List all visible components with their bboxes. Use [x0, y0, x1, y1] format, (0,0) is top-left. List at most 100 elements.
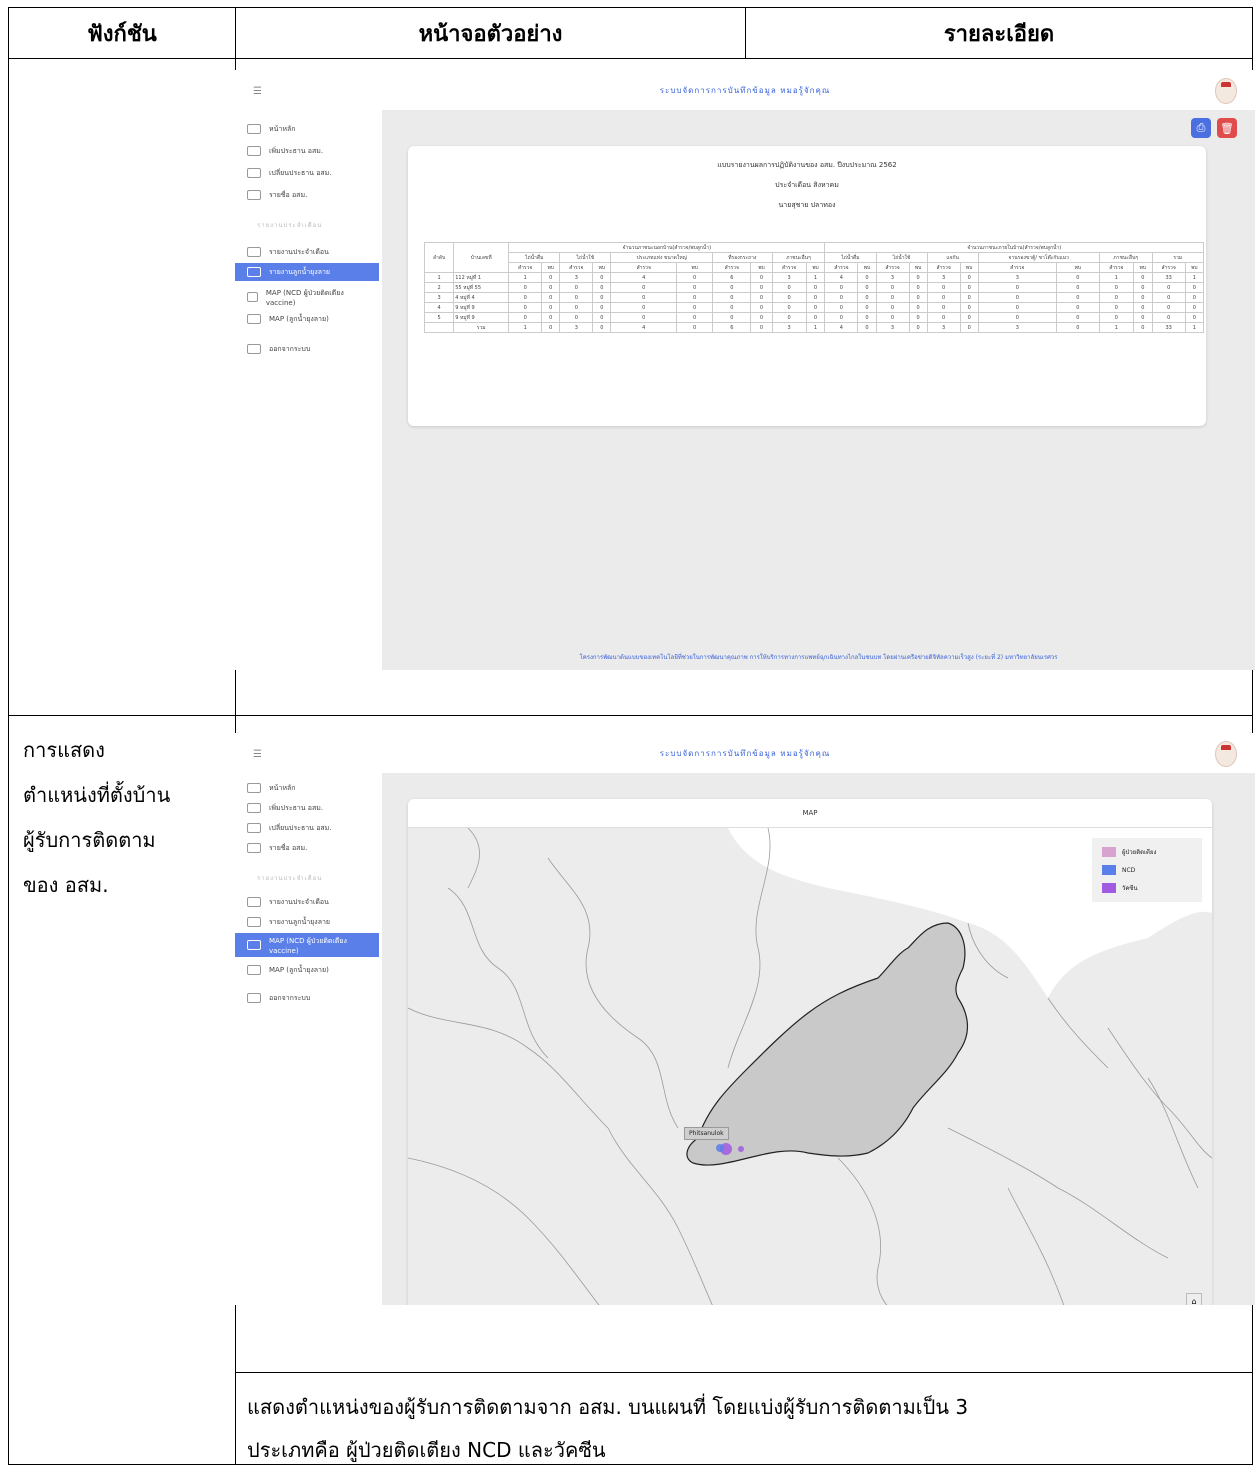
table-cell: สำรวจ	[1151, 262, 1186, 273]
legend-item-bedridden[interactable]: ผู้ป่วยติดเตียง	[1102, 846, 1156, 858]
sidebar-item-add-chair[interactable]: เพิ่มประธาน อสม.	[247, 142, 323, 160]
table-cell: 0	[508, 292, 543, 303]
table-cell: พบ	[908, 262, 928, 273]
sidebar-item-map-ncd[interactable]: MAP (NCD ผู้ป่วยติดเตียง vaccine)	[247, 285, 347, 309]
description-text: แสดงตำแหน่งของผู้รับการติดตามจาก อสม. บน…	[247, 1386, 1247, 1472]
sidebar-section-label: รายงานประจำเดือน	[257, 875, 323, 882]
table-cell: 9 หมู่ที่ 9	[453, 312, 510, 323]
table-cell: 55 หมู่ที่ 55	[453, 282, 510, 293]
table-cell: 1	[1184, 272, 1205, 283]
table-cell: 0	[712, 312, 752, 323]
table-cell: 0	[1055, 272, 1100, 283]
map-card: MAP Phitsanulok ผู้ป่วยติดเตียง NCD วัคซ…	[408, 799, 1212, 1305]
delete-button[interactable]: 🗑	[1217, 118, 1237, 138]
header-screen: หน้าจอตัวอย่าง	[418, 21, 563, 47]
legend-item-ncd[interactable]: NCD	[1102, 864, 1135, 876]
table-cell: 0	[1151, 292, 1186, 303]
table-cell: 1	[805, 322, 826, 333]
table-cell: 0	[908, 302, 928, 313]
table-cell: 0	[610, 312, 678, 323]
sidebar-item-larvae-report[interactable]: รายงานลูกน้ำยุงลาย	[235, 263, 379, 281]
legend-swatch	[1102, 865, 1116, 875]
table-cell: 0	[805, 302, 826, 313]
print-button[interactable]: ⎙	[1191, 118, 1211, 138]
table-cell: 4	[824, 272, 859, 283]
table-cell: 0	[908, 312, 928, 323]
table-cell: 4	[610, 272, 678, 283]
table-cell: สำรวจ	[977, 262, 1057, 273]
table-cell: 0	[908, 322, 928, 333]
table-cell: 0	[857, 292, 877, 303]
table-cell: 0	[959, 302, 979, 313]
sidebar-item-list[interactable]: รายชื่อ อสม.	[247, 839, 307, 857]
table-cell: 0	[926, 302, 961, 313]
avatar[interactable]	[1215, 741, 1237, 767]
table-cell: 0	[750, 302, 773, 313]
table-cell: 0	[875, 302, 910, 313]
logout-icon	[247, 344, 261, 354]
table-cell: พบ	[541, 262, 561, 273]
table-cell: 0	[750, 292, 773, 303]
table-cell: 0	[1184, 282, 1205, 293]
table-cell: ลำดับ	[423, 242, 455, 273]
sidebar: หน้าหลัก เพิ่มประธาน อสม. เปลี่ยนประธาน …	[235, 110, 382, 670]
table-cell: 0	[857, 282, 877, 293]
report-screenshot: ☰ ระบบจัดการการบันทึกข้อมูล หมอรู้จักคุณ…	[235, 70, 1255, 670]
sidebar-item-list[interactable]: รายชื่อ อสม.	[247, 186, 307, 204]
sidebar-item-map-ncd[interactable]: MAP (NCD ผู้ป่วยติดเตียง vaccine)	[235, 933, 379, 957]
table-cell: 0	[676, 282, 714, 293]
sidebar-item-home[interactable]: หน้าหลัก	[247, 120, 295, 138]
table-cell: สำรวจ	[559, 262, 594, 273]
sidebar-item-map-larvae[interactable]: MAP (ลูกน้ำยุงลาย)	[247, 310, 329, 328]
sidebar-item-change-chair[interactable]: เปลี่ยนประธาน อสม.	[247, 164, 332, 182]
table-cell: 0	[676, 312, 714, 323]
table-cell: 0	[1098, 312, 1134, 323]
sidebar-item-monthly-report[interactable]: รายงานประจำเดือน	[247, 243, 329, 261]
table-row: 1 112 หมู่ที่ 1 1 0 3 0 4 0 6 0 3 1 4 0 3 0 3 0 3 0 1 0 33 1	[423, 272, 1205, 283]
table-cell: 0	[508, 312, 543, 323]
table-cell: 4 หมู่ที่ 4	[453, 292, 510, 303]
table-cell: สำรวจ	[926, 262, 961, 273]
sidebar-item-map-larvae[interactable]: MAP (ลูกน้ำยุงลาย)	[247, 961, 329, 979]
table-header-row: ไถ่น้ำดื่ม ไถ่น้ำใช้ ประเภทแห่ง ขนาดใหญ่ ที…	[425, 252, 1205, 263]
legend-item-vaccine[interactable]: วัคซีน	[1102, 882, 1138, 894]
sidebar-item-home[interactable]: หน้าหลัก	[247, 779, 295, 797]
table-cell: รวม	[1151, 252, 1205, 263]
table-cell: 0	[541, 302, 561, 313]
table-cell: พบ	[1132, 262, 1153, 273]
sidebar-item-logout[interactable]: ออกจากระบบ	[247, 989, 310, 1007]
table-cell: 33	[1151, 322, 1186, 333]
table-cell: 0	[1184, 302, 1205, 313]
map-icon	[247, 292, 258, 302]
sidebar-item-add-chair[interactable]: เพิ่มประธาน อสม.	[247, 799, 323, 817]
table-cell: ภาชนะอื่นๆ	[771, 252, 826, 263]
map-icon	[247, 314, 261, 324]
table-header-row: ลำดับ บ้านเลขที่ จำนวนภาชนะนอกบ้าน(สำรวจ/พ…	[423, 242, 1204, 273]
sidebar-item-logout[interactable]: ออกจากระบบ	[247, 340, 310, 358]
main-area: ⎙ 🗑 แบบรายงานผลการปฏิบัติงานของ อสม. ปีง…	[382, 110, 1255, 670]
function-text: การแสดง ตำแหน่งที่ตั้งบ้าน ผู้รับการติดต…	[23, 728, 233, 908]
main-area: MAP Phitsanulok ผู้ป่วยติดเตียง NCD วัคซ…	[382, 773, 1255, 1305]
table-cell: สำรวจ	[824, 262, 859, 273]
table-cell: ไถ่น้ำดื่ม	[508, 252, 561, 263]
map-marker-vaccine[interactable]	[738, 1146, 744, 1152]
table-cell: 0	[592, 292, 612, 303]
table-cell: 0	[908, 272, 928, 283]
sidebar-item-monthly-report[interactable]: รายงานประจำเดือน	[247, 893, 329, 911]
map-home-button[interactable]: ⌂	[1186, 1293, 1202, 1305]
report-table: ลำดับ บ้านเลขที่ จำนวนภาชนะนอกบ้าน(สำรวจ/พ…	[423, 242, 1205, 333]
table-cell: 0	[676, 302, 714, 313]
add-user-icon	[247, 146, 261, 156]
table-cell: จำนวนภาชนะภายในบ้าน(สำรวจ/พบลูกน้ำ)	[824, 242, 1204, 253]
table-cell: 5	[423, 312, 455, 323]
table-cell: 0	[712, 302, 752, 313]
table-row: 34 หมู่ที่ 40000000000000000000000	[423, 292, 1205, 303]
map-marker-ncd[interactable]	[716, 1144, 724, 1152]
app-title: ระบบจัดการการบันทึกข้อมูล หมอรู้จักคุณ	[659, 749, 831, 758]
avatar[interactable]	[1215, 78, 1237, 104]
table-cell: 0	[1098, 302, 1134, 313]
home-icon	[247, 783, 261, 793]
sidebar-item-change-chair[interactable]: เปลี่ยนประธาน อสม.	[247, 819, 332, 837]
function-line: การแสดง	[23, 738, 105, 762]
sidebar-item-larvae-report[interactable]: รายงานลูกน้ำยุงลาย	[247, 913, 330, 931]
